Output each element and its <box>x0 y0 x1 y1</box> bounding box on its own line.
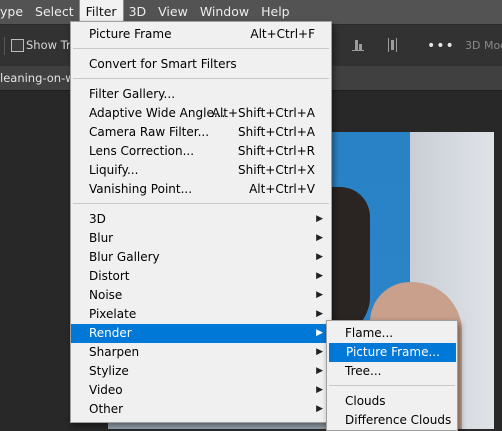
menu-item-render[interactable]: Render ▶ <box>71 324 331 343</box>
submenu-arrow-icon: ▶ <box>316 214 323 224</box>
submenu-item-picture-frame[interactable]: Picture Frame... <box>329 343 456 362</box>
submenu-arrow-icon: ▶ <box>316 385 323 395</box>
menu-item-noise[interactable]: Noise ▶ <box>71 286 331 305</box>
menu-item-convert-smart-filters[interactable]: Convert for Smart Filters <box>71 55 331 74</box>
menu-item-liquify[interactable]: Liquify... Shift+Ctrl+X <box>71 161 331 180</box>
submenu-arrow-icon: ▶ <box>316 252 323 262</box>
submenu-arrow-icon: ▶ <box>316 366 323 376</box>
submenu-arrow-icon: ▶ <box>316 404 323 414</box>
show-transform-checkbox[interactable] <box>11 39 24 52</box>
menu-item-picture-frame[interactable]: Picture Frame Alt+Ctrl+F <box>71 25 331 44</box>
submenu-arrow-icon: ▶ <box>316 233 323 243</box>
submenu-arrow-icon: ▶ <box>316 290 323 300</box>
menu-type[interactable]: ype <box>0 0 29 24</box>
submenu-item-difference-clouds[interactable]: Difference Clouds <box>327 411 455 430</box>
menu-item-stylize[interactable]: Stylize ▶ <box>71 362 331 381</box>
submenu-item-flame[interactable]: Flame... <box>327 324 455 343</box>
render-submenu: Flame... Picture Frame... Tree... Clouds… <box>326 320 458 431</box>
menu-item-distort[interactable]: Distort ▶ <box>71 267 331 286</box>
submenu-item-tree[interactable]: Tree... <box>327 362 455 381</box>
3d-mode-label[interactable]: 3D Mode <box>465 39 502 52</box>
submenu-arrow-icon: ▶ <box>316 347 323 357</box>
menu-item-lens-correction[interactable]: Lens Correction... Shift+Ctrl+R <box>71 142 331 161</box>
options-divider <box>4 37 5 55</box>
menu-item-video[interactable]: Video ▶ <box>71 381 331 400</box>
submenu-arrow-icon: ▶ <box>316 328 323 338</box>
submenu-arrow-icon: ▶ <box>316 309 323 319</box>
align-bottom-icon[interactable] <box>352 38 364 52</box>
menu-item-sharpen[interactable]: Sharpen ▶ <box>71 343 331 362</box>
menu-item-filter-gallery[interactable]: Filter Gallery... <box>71 85 331 104</box>
menu-item-3d[interactable]: 3D ▶ <box>71 210 331 229</box>
more-options-icon[interactable]: ••• <box>427 38 455 54</box>
menu-item-vanishing-point[interactable]: Vanishing Point... Alt+Ctrl+V <box>71 180 331 199</box>
filter-menu: Picture Frame Alt+Ctrl+F Convert for Sma… <box>70 21 332 423</box>
menu-item-other[interactable]: Other ▶ <box>71 400 331 419</box>
submenu-arrow-icon: ▶ <box>316 271 323 281</box>
menu-item-blur-gallery[interactable]: Blur Gallery ▶ <box>71 248 331 267</box>
distribute-icon[interactable] <box>388 38 400 52</box>
menu-item-adaptive-wide-angle[interactable]: Adaptive Wide Angle... Alt+Shift+Ctrl+A <box>71 104 331 123</box>
menu-item-pixelate[interactable]: Pixelate ▶ <box>71 305 331 324</box>
menu-item-camera-raw-filter[interactable]: Camera Raw Filter... Shift+Ctrl+A <box>71 123 331 142</box>
menu-item-blur[interactable]: Blur ▶ <box>71 229 331 248</box>
submenu-item-clouds[interactable]: Clouds <box>327 392 455 411</box>
